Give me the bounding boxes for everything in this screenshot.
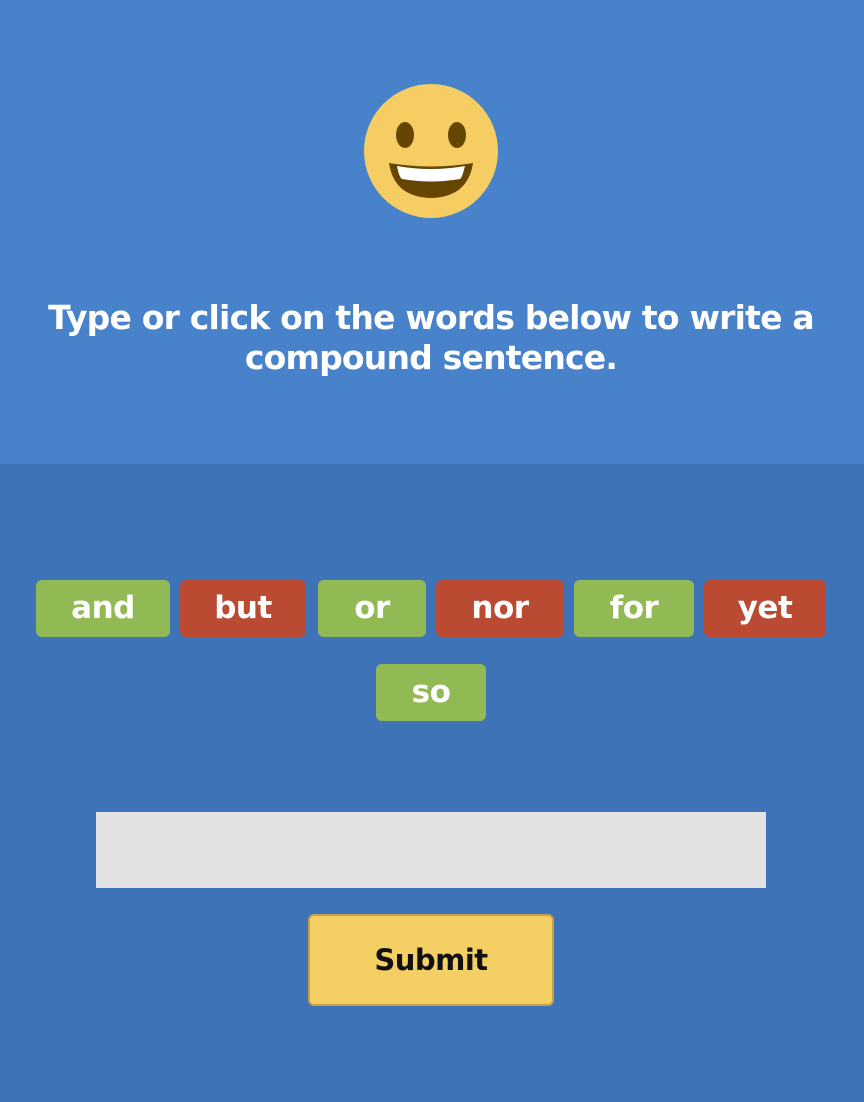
answer-panel [0, 464, 864, 1102]
word-button-or[interactable]: or [318, 580, 426, 637]
word-button-so[interactable]: so [376, 664, 486, 721]
word-button-for[interactable]: for [574, 580, 694, 637]
sentence-input[interactable] [96, 812, 766, 888]
instruction-text: Type or click on the words below to writ… [48, 298, 814, 377]
prompt-panel: Type or click on the words below to writ… [0, 0, 864, 464]
word-button-and[interactable]: and [36, 580, 170, 637]
word-button-but[interactable]: but [180, 580, 306, 637]
grinning-face-icon [364, 84, 498, 218]
submit-button[interactable]: Submit [308, 914, 554, 1006]
word-button-yet[interactable]: yet [704, 580, 826, 637]
word-button-nor[interactable]: nor [436, 580, 564, 637]
